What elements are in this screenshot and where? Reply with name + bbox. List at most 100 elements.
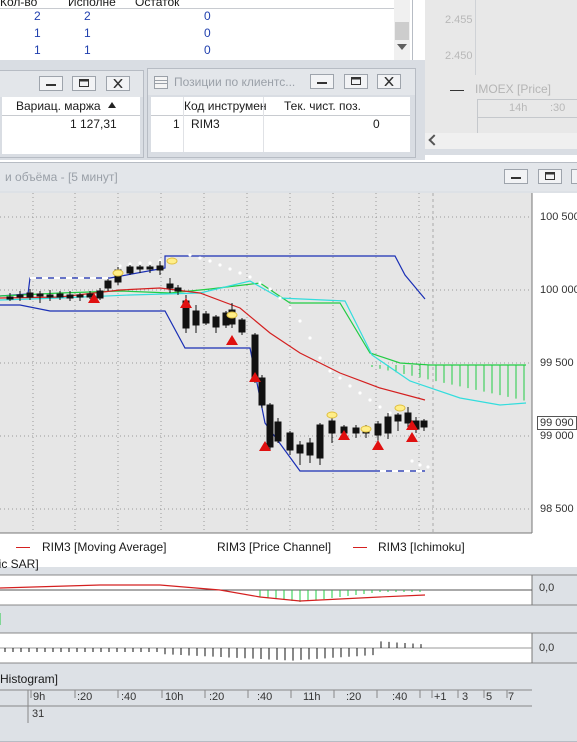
sar-dot bbox=[238, 271, 242, 275]
price-label: 100 500 bbox=[540, 211, 577, 223]
buy-signal-marker bbox=[112, 269, 124, 277]
close-button[interactable] bbox=[377, 74, 401, 89]
minimize-button[interactable] bbox=[39, 76, 63, 91]
maximize-button[interactable] bbox=[72, 76, 96, 91]
candle-body bbox=[316, 424, 324, 459]
time-label: 10h bbox=[165, 691, 184, 703]
oscillator-zero-label: 0,0 bbox=[539, 582, 555, 594]
minimize-icon bbox=[511, 177, 521, 179]
candle-body bbox=[394, 414, 402, 422]
sar-dot bbox=[328, 369, 332, 373]
legend-line-ma bbox=[16, 547, 30, 548]
sar-dot bbox=[218, 263, 222, 267]
window-title: и объёма - [5 минут] bbox=[5, 170, 118, 184]
cell-remaining: 0 bbox=[204, 43, 211, 57]
sar-dot bbox=[188, 253, 192, 257]
candle-body bbox=[202, 313, 210, 324]
candle-body bbox=[258, 377, 266, 406]
candle-body bbox=[274, 421, 282, 442]
legend-line-ichimoku bbox=[353, 547, 367, 548]
cell-executed: 2 bbox=[84, 9, 91, 23]
col-instrument-code[interactable]: Код инструмен bbox=[184, 99, 267, 113]
sar-dot bbox=[258, 281, 262, 285]
scroll-left-icon[interactable] bbox=[428, 134, 440, 146]
candle-body bbox=[36, 293, 44, 297]
scrollbar-thumb[interactable] bbox=[395, 22, 409, 40]
vertical-scrollbar[interactable] bbox=[394, 0, 410, 60]
cell-qty: 1 bbox=[34, 43, 41, 57]
time-label: :20 bbox=[209, 691, 225, 703]
close-button[interactable] bbox=[571, 169, 577, 184]
row-number: 1 bbox=[173, 117, 180, 131]
candle-body bbox=[374, 423, 382, 436]
orders-table: Кол-во Исполне Остаток 2 2 0 1 1 0 1 1 0 bbox=[0, 0, 413, 61]
sar-dot bbox=[228, 267, 232, 271]
candle-body bbox=[126, 266, 134, 274]
candle-body bbox=[56, 293, 64, 298]
time-label: 5 bbox=[486, 691, 493, 703]
maximize-button[interactable] bbox=[538, 169, 562, 184]
sar-dot bbox=[388, 411, 392, 415]
cell-qty: 1 bbox=[34, 26, 41, 40]
sar-dot bbox=[138, 261, 142, 265]
sar-dot bbox=[198, 256, 202, 260]
time-label: 9h bbox=[33, 691, 46, 703]
candle-body bbox=[96, 290, 104, 299]
buy-signal-marker bbox=[360, 425, 372, 433]
maximize-icon bbox=[351, 77, 361, 85]
current-price-marker: 99 090 bbox=[537, 416, 577, 430]
candle-body bbox=[174, 287, 182, 292]
horizontal-scrollbar[interactable] bbox=[425, 133, 577, 149]
sar-dot bbox=[368, 398, 372, 402]
col-net-position[interactable]: Тек. чист. поз. bbox=[284, 99, 361, 113]
net-position-value: 0 bbox=[373, 117, 380, 131]
candle-body bbox=[404, 412, 412, 424]
close-icon bbox=[384, 77, 394, 86]
sar-dot bbox=[338, 376, 342, 380]
cell-executed: 1 bbox=[84, 43, 91, 57]
candle-body bbox=[212, 316, 220, 328]
legend-price-channel: RIM3 [Price Channel] bbox=[217, 540, 332, 554]
time-label: 7 bbox=[508, 691, 515, 703]
price-label: 99 500 bbox=[540, 357, 574, 369]
mini-chart-window: 2.455 2.450 IMOEX [Price] 14h :30 bbox=[425, 0, 577, 155]
date-label: 31 bbox=[32, 708, 45, 720]
candle-body bbox=[266, 404, 274, 448]
maximize-button[interactable] bbox=[344, 74, 368, 89]
legend-sar: lic SAR] bbox=[0, 557, 39, 571]
candle-body bbox=[384, 416, 392, 434]
close-button[interactable] bbox=[106, 76, 130, 91]
variation-margin-value[interactable]: 1 127,31 bbox=[70, 117, 117, 131]
buy-signal-marker bbox=[394, 404, 406, 412]
price-label: 100 000 bbox=[540, 284, 577, 296]
candle-body bbox=[146, 266, 154, 270]
sar-dot bbox=[426, 465, 430, 469]
candle-body bbox=[420, 420, 428, 428]
candle-body bbox=[6, 296, 14, 300]
candle-body bbox=[156, 265, 164, 271]
time-label: +1 bbox=[434, 691, 447, 703]
buy-signal-marker bbox=[166, 257, 178, 265]
cell-executed: 1 bbox=[84, 26, 91, 40]
sar-dot bbox=[348, 384, 352, 388]
minimize-button[interactable] bbox=[504, 169, 528, 184]
price-chart[interactable] bbox=[0, 193, 577, 738]
candle-body bbox=[46, 294, 54, 298]
legend-moving-average: RIM3 [Moving Average] bbox=[42, 540, 167, 554]
mini-time-label: :30 bbox=[550, 102, 566, 114]
minimize-button[interactable] bbox=[310, 74, 334, 89]
minimize-icon bbox=[46, 84, 56, 86]
sar-dot bbox=[318, 356, 322, 360]
col-variation-margin[interactable]: Вариац. маржа bbox=[16, 99, 101, 113]
sort-up-icon bbox=[108, 102, 116, 108]
histogram-title: Histogram] bbox=[0, 672, 59, 686]
time-label: 3 bbox=[462, 691, 469, 703]
histogram-zero-label: 0,0 bbox=[539, 642, 555, 654]
scroll-down-icon[interactable] bbox=[397, 44, 407, 50]
sar-dot bbox=[118, 264, 122, 268]
candle-body bbox=[16, 294, 24, 298]
sar-dot bbox=[358, 391, 362, 395]
candle-body bbox=[296, 444, 304, 454]
candle-body bbox=[238, 319, 246, 333]
window-title: Позиции по клиентс... bbox=[174, 75, 296, 89]
